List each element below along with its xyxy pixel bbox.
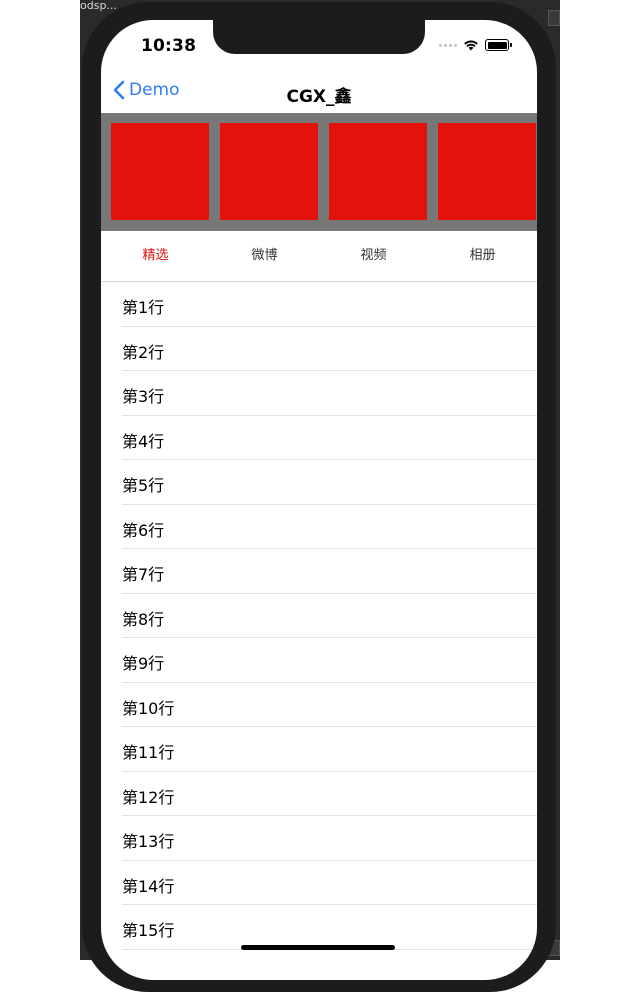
desktop-icon: [548, 10, 560, 26]
carousel-item[interactable]: [329, 123, 427, 220]
table-row[interactable]: 第2行: [101, 327, 537, 371]
row-label: 第9行: [122, 654, 165, 673]
row-label: 第5行: [122, 476, 165, 495]
table-row[interactable]: 第13行: [101, 816, 537, 861]
row-label: 第6行: [122, 520, 165, 540]
table-row[interactable]: 第5行: [101, 460, 537, 505]
cellular-signal-icon: [439, 43, 457, 47]
table-row[interactable]: 第11行: [101, 727, 537, 772]
table-row[interactable]: 第3行: [101, 371, 537, 416]
table-row[interactable]: 第7行: [101, 549, 537, 594]
row-label: 第14行: [122, 876, 175, 896]
row-label: 第11行: [122, 743, 175, 762]
row-label: 第8行: [122, 609, 165, 629]
table-row[interactable]: 第10行: [101, 683, 537, 727]
home-indicator[interactable]: [241, 945, 395, 950]
table-row[interactable]: 第8行: [101, 594, 537, 638]
status-indicators: [439, 38, 512, 52]
row-label: 第10行: [122, 698, 175, 718]
status-time: 10:38: [141, 36, 197, 56]
table-row[interactable]: 第12行: [101, 772, 537, 816]
carousel-item[interactable]: [220, 123, 318, 220]
table-row[interactable]: 第4行: [101, 416, 537, 460]
table-row[interactable]: 第9行: [101, 638, 537, 683]
page-title: CGX_鑫: [286, 87, 352, 107]
navigation-bar: Demo CGX_鑫: [101, 74, 537, 112]
row-label: 第1行: [122, 298, 165, 317]
notch: [213, 20, 425, 54]
table-row[interactable]: 第15行: [101, 905, 537, 950]
row-label: 第4行: [122, 431, 165, 451]
table-row[interactable]: 第14行: [101, 861, 537, 905]
wifi-icon: [464, 40, 478, 51]
phone-screen: 10:38 Demo CGX_鑫 精选 微博 视频 相册 第1行 第2行 第3行…: [101, 20, 537, 980]
image-carousel[interactable]: [101, 113, 537, 231]
table-view[interactable]: 第1行 第2行 第3行 第4行 第5行 第6行 第7行 第8行 第9行 第10行…: [101, 282, 537, 950]
row-label: 第2行: [122, 342, 165, 362]
tab-featured[interactable]: 精选: [101, 231, 210, 281]
tab-weibo[interactable]: 微博: [210, 231, 319, 281]
table-row[interactable]: 第1行: [101, 282, 537, 327]
tab-video[interactable]: 视频: [319, 231, 428, 281]
carousel-item[interactable]: [438, 123, 536, 220]
row-label: 第13行: [122, 832, 175, 851]
table-row[interactable]: 第6行: [101, 505, 537, 549]
battery-icon: [485, 39, 512, 51]
tab-album[interactable]: 相册: [428, 231, 537, 281]
row-label: 第3行: [122, 387, 165, 406]
segment-tabs: 精选 微博 视频 相册: [101, 231, 537, 282]
row-label: 第7行: [122, 565, 165, 584]
row-label: 第15行: [122, 921, 175, 940]
row-label: 第12行: [122, 787, 175, 807]
carousel-item[interactable]: [111, 123, 209, 220]
